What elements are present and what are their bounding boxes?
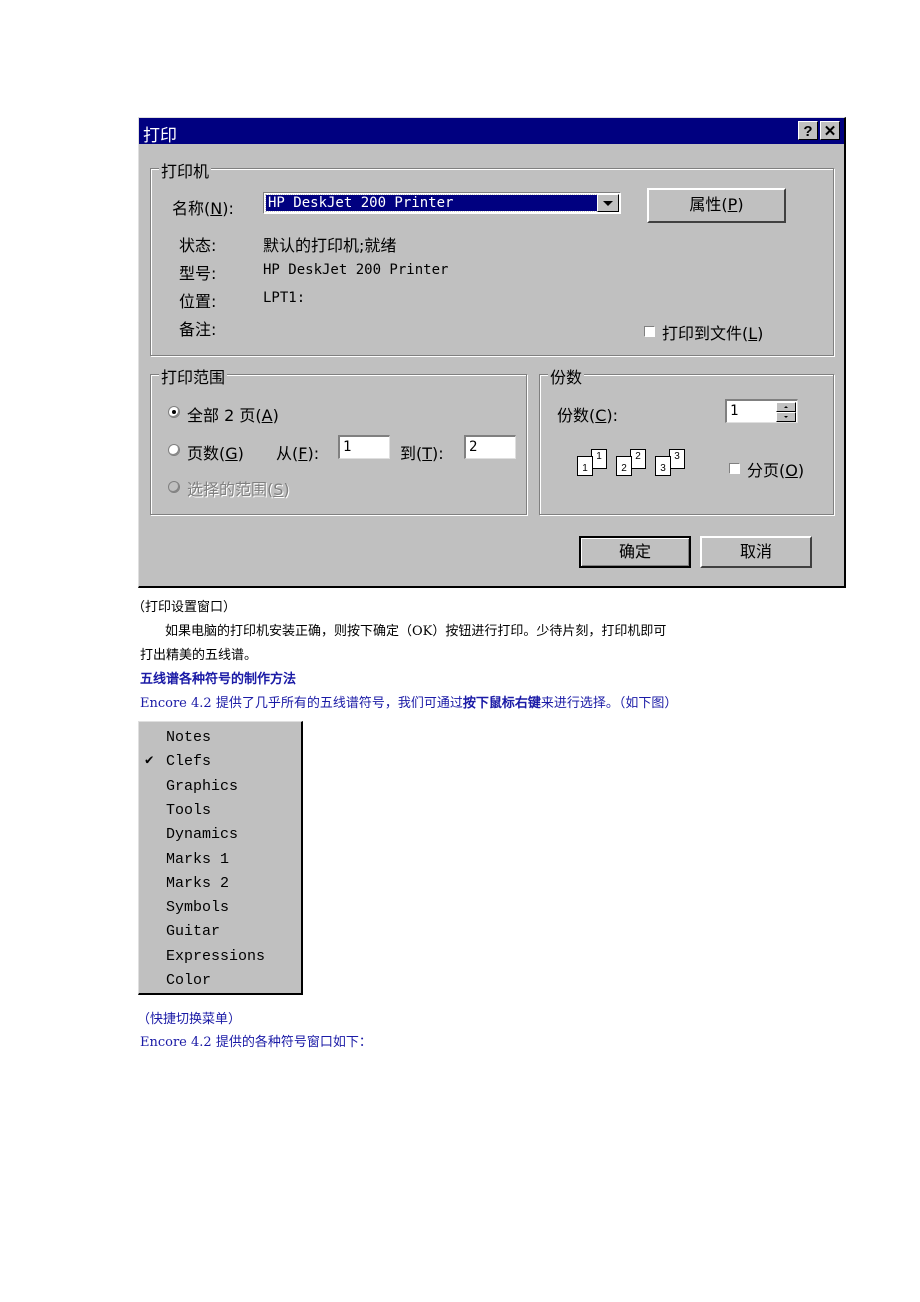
collate-page-icon: 1 (577, 456, 593, 476)
spin-down-icon[interactable] (776, 412, 796, 422)
where-label: 位置: (179, 292, 217, 311)
paragraph-symbol-windows: Encore 4.2 提供的各种符号窗口如下： (140, 1035, 372, 1050)
collate-page-icon: 3 (669, 449, 685, 469)
spin-up-icon[interactable] (776, 402, 796, 412)
collate-page-icon: 2 (630, 449, 646, 469)
menu-item-expressions[interactable]: Expressions (139, 945, 299, 969)
checkmark-icon: ✔ (145, 753, 154, 770)
collate-page-icon: 3 (655, 456, 671, 476)
type-label: 型号: (179, 264, 217, 283)
to-page-input[interactable]: 2 (464, 435, 516, 459)
from-label: 从(F): (276, 444, 320, 463)
menu-item-label: Marks 2 (166, 874, 230, 892)
menu-item-label: Graphics (166, 777, 239, 795)
print-range-group-label: 打印范围 (159, 364, 228, 388)
menu-item-marks-2[interactable]: Marks 2 (139, 872, 299, 896)
help-icon: ? (803, 123, 813, 140)
range-all-radio[interactable] (168, 406, 180, 418)
ok-button[interactable]: 确定 (579, 536, 691, 568)
caption-print-dialog: （打印设置窗口） (132, 600, 237, 615)
copies-spinner[interactable]: 1 (725, 399, 798, 423)
right-click-emphasis: 按下鼠标右键 (462, 696, 541, 711)
range-all-label[interactable]: 全部 2 页(A) (187, 402, 279, 426)
close-button[interactable]: ✕ (820, 121, 840, 140)
menu-item-marks-1[interactable]: Marks 1 (139, 848, 299, 872)
paragraph-line-2: 打出精美的五线谱。 (140, 648, 258, 663)
copies-group: 份数 (539, 364, 834, 515)
copies-value: 1 (730, 403, 739, 419)
paragraph-encore-menu: Encore 4.2 提供了几乎所有的五线谱符号，我们可通过按下鼠标右键来进行选… (140, 696, 678, 711)
range-selection-label[interactable]: 选择的范围(S) (187, 476, 290, 500)
printer-name-label: 名称(N): (172, 199, 234, 218)
collate-checkbox[interactable] (729, 463, 740, 474)
menu-item-color[interactable]: Color (139, 969, 299, 993)
range-pages-radio[interactable] (168, 444, 180, 456)
close-icon: ✕ (823, 123, 837, 140)
chevron-down-icon[interactable] (597, 194, 619, 212)
shortcut-context-menu: Notes ✔ Clefs Graphics Tools Dynamics Marks 1 M… (138, 721, 303, 995)
menu-item-tools[interactable]: Tools (139, 799, 299, 823)
collate-page-icon: 2 (616, 456, 632, 476)
menu-item-label: Symbols (166, 899, 230, 917)
menu-item-clefs[interactable]: ✔ Clefs (139, 750, 299, 774)
printer-name-select[interactable]: HP DeskJet 200 Printer (263, 192, 621, 214)
menu-item-notes[interactable]: Notes (139, 726, 299, 750)
type-value: HP DeskJet 200 Printer (263, 262, 449, 278)
print-dialog: 打印 ? ✕ 打印机 名称(N): HP DeskJet 200 Printer… (138, 117, 846, 588)
properties-button[interactable]: 属性(P) (647, 188, 786, 223)
caption-shortcut-menu: （快捷切换菜单） (137, 1012, 242, 1027)
to-label: 到(T): (400, 444, 444, 463)
collate-page-icon: 1 (591, 449, 607, 469)
from-page-input[interactable]: 1 (338, 435, 390, 459)
paragraph-line-1: 如果电脑的打印机安装正确，则按下确定（OK）按钮进行打印。少待片刻，打印机即可 (165, 624, 667, 639)
title-bar[interactable]: 打印 ? ✕ (139, 118, 844, 146)
print-to-file-checkbox[interactable] (644, 326, 655, 337)
copies-group-label: 份数 (548, 364, 585, 388)
dialog-title: 打印 (143, 126, 177, 146)
print-to-file-label[interactable]: 打印到文件(L) (662, 320, 763, 344)
help-button[interactable]: ? (798, 121, 818, 140)
menu-item-dynamics[interactable]: Dynamics (139, 823, 299, 847)
menu-item-label: Color (166, 972, 212, 989)
section-heading: 五线谱各种符号的制作方法 (140, 672, 297, 687)
menu-item-label: Notes (166, 729, 212, 746)
menu-item-graphics[interactable]: Graphics (139, 775, 299, 799)
where-value: LPT1: (263, 290, 306, 306)
menu-item-guitar[interactable]: Guitar (139, 920, 299, 944)
range-selection-radio[interactable] (168, 481, 180, 493)
copies-label: 份数(C): (557, 406, 619, 425)
menu-item-label: Expressions (166, 947, 266, 965)
range-pages-label[interactable]: 页数(G) (187, 440, 244, 464)
cancel-button[interactable]: 取消 (700, 536, 812, 568)
menu-item-label: Dynamics (166, 826, 239, 844)
printer-name-value: HP DeskJet 200 Printer (265, 194, 599, 212)
menu-item-label: Guitar (166, 923, 221, 941)
printer-group-label: 打印机 (159, 158, 212, 182)
collate-label[interactable]: 分页(O) (747, 457, 804, 481)
comment-label: 备注: (179, 320, 217, 339)
menu-item-symbols[interactable]: Symbols (139, 896, 299, 920)
menu-item-label: Marks 1 (166, 850, 230, 868)
status-value: 默认的打印机;就绪 (263, 236, 397, 255)
status-label: 状态: (179, 236, 217, 255)
menu-item-label: Clefs (166, 753, 212, 771)
menu-item-label: Tools (166, 801, 212, 819)
